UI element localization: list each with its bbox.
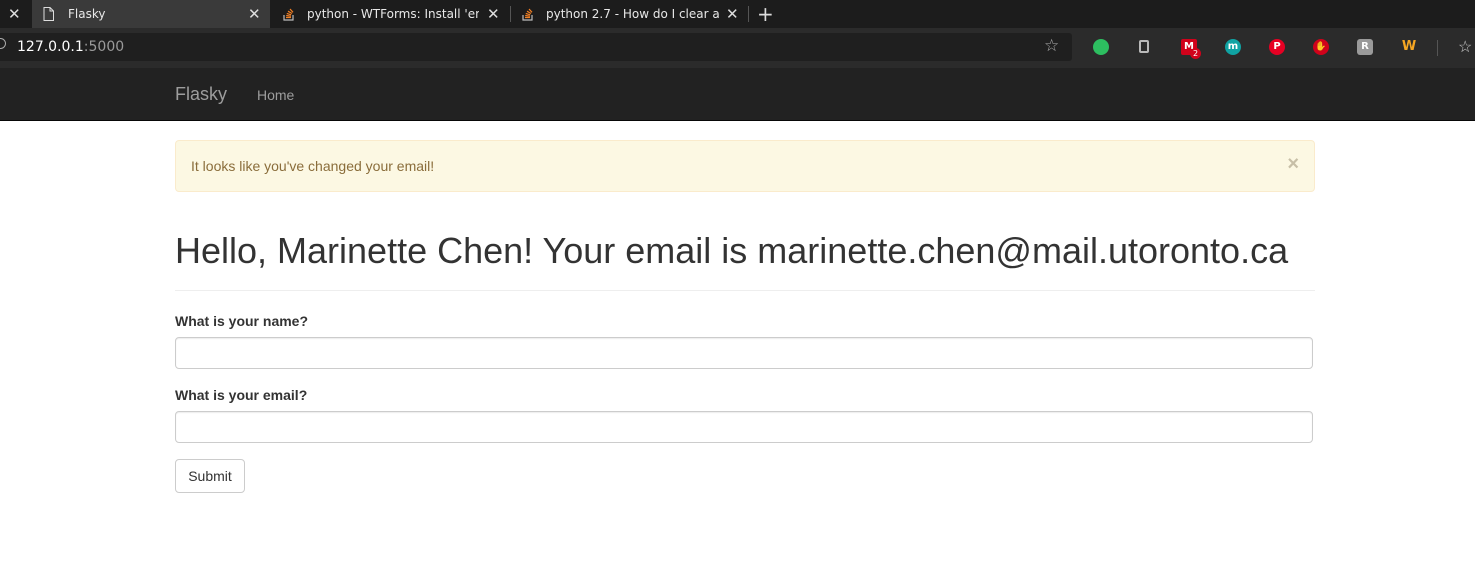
page-icon <box>43 7 54 21</box>
page-title: Hello, Marinette Chen! Your email is mar… <box>175 230 1289 271</box>
url-port: :5000 <box>83 39 125 55</box>
tab-wtforms[interactable]: python - WTForms: Install 'email ✕ <box>275 0 505 28</box>
pinterest-icon[interactable]: P <box>1269 39 1285 55</box>
tab-divider <box>510 6 511 22</box>
email-input[interactable] <box>175 411 1313 443</box>
site-navbar: Flasky Home <box>0 68 1475 121</box>
tab-title: python 2.7 - How do I clear a flas <box>546 7 722 21</box>
alert-close-button[interactable]: × <box>1287 154 1299 174</box>
gmail-badge: 2 <box>1190 48 1201 59</box>
tab-title: Flasky <box>68 7 106 21</box>
email-label: What is your email? <box>175 387 308 403</box>
gmail-icon[interactable]: M2 <box>1181 39 1201 59</box>
office-icon[interactable] <box>1137 39 1153 55</box>
w-icon[interactable]: W <box>1401 39 1417 55</box>
hand-icon[interactable]: ✋ <box>1313 39 1329 55</box>
tab-flasky[interactable]: Flasky ✕ <box>32 0 270 28</box>
name-label: What is your name? <box>175 313 309 329</box>
browser-tab-bar: ✕ Flasky ✕ python - WTForms: Install 'em… <box>0 0 1475 28</box>
url-host: 127.0.0.1 <box>17 39 84 55</box>
address-bar[interactable]: 127.0.0.1:5000 ☆ <box>0 33 1072 61</box>
flash-alert: It looks like you've changed your email!… <box>175 140 1315 192</box>
address-bar-row: 127.0.0.1:5000 ☆ M2 m P ✋ R W ☆ <box>0 28 1475 68</box>
tab-close-icon[interactable]: ✕ <box>487 5 500 23</box>
r-icon[interactable]: R <box>1357 39 1373 55</box>
bookmark-star-icon[interactable]: ☆ <box>1044 36 1059 56</box>
tab-title: python - WTForms: Install 'email <box>307 7 479 21</box>
tab-divider <box>748 6 749 22</box>
tab-flash-clear[interactable]: python 2.7 - How do I clear a flas ✕ <box>514 0 746 28</box>
name-input[interactable] <box>175 337 1313 369</box>
close-window-icon[interactable]: ✕ <box>8 0 24 28</box>
tab-close-icon[interactable]: ✕ <box>726 5 739 23</box>
toolbar-divider <box>1437 40 1438 56</box>
header-divider <box>175 290 1315 291</box>
nav-link-home[interactable]: Home <box>257 87 294 103</box>
alert-message: It looks like you've changed your email! <box>191 158 435 174</box>
submit-button[interactable]: Submit <box>175 459 245 493</box>
reading-list-icon[interactable]: ☆ <box>1458 37 1472 57</box>
navbar-brand[interactable]: Flasky <box>175 84 227 105</box>
url-text[interactable]: 127.0.0.1:5000 <box>17 39 124 55</box>
stackoverflow-icon <box>522 8 533 21</box>
tab-close-icon[interactable]: ✕ <box>248 5 261 23</box>
new-tab-plus-icon[interactable]: + <box>757 0 774 28</box>
info-icon[interactable] <box>0 38 6 49</box>
m-icon[interactable]: m <box>1225 39 1241 55</box>
evernote-icon[interactable] <box>1093 39 1109 55</box>
stackoverflow-icon <box>283 8 294 21</box>
